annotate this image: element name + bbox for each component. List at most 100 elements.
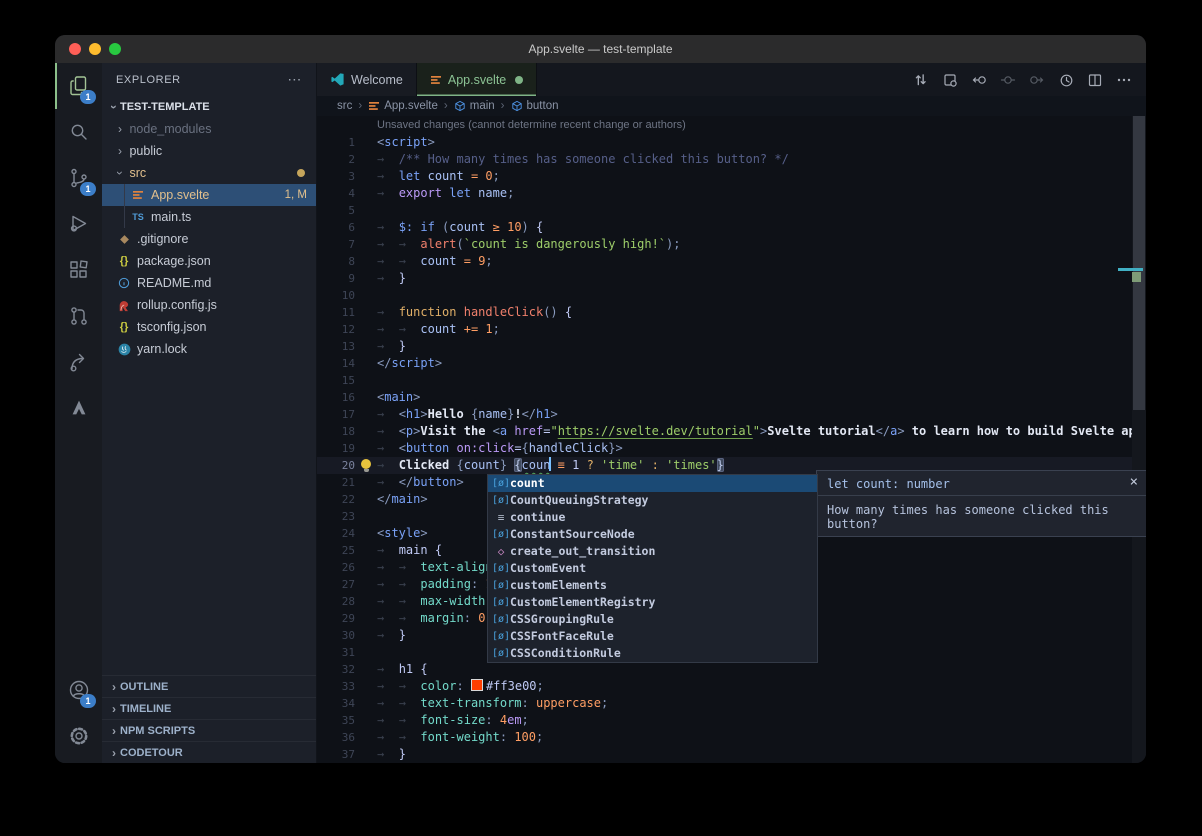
activity-item-extensions[interactable] — [55, 247, 102, 293]
file-tree-item-rollup-config-js[interactable]: rollup.config.js — [102, 294, 316, 316]
file-tree-item-src[interactable]: › src — [102, 162, 316, 184]
compare-changes-icon[interactable] — [911, 70, 931, 90]
activity-item-github-pr[interactable] — [55, 293, 102, 339]
code-editor[interactable]: Unsaved changes (cannot determine recent… — [317, 116, 1146, 763]
code-line-14[interactable]: 14</script> — [317, 355, 1146, 372]
tab-welcome[interactable]: Welcome — [317, 63, 417, 96]
code-line-9[interactable]: 9→ } — [317, 270, 1146, 287]
scrollbar-thumb[interactable] — [1133, 116, 1145, 410]
open-changes-icon[interactable] — [940, 70, 960, 90]
code-line-17[interactable]: 17→ <h1>Hello {name}!</h1> — [317, 406, 1146, 423]
code-line-11[interactable]: 11→ function handleClick() { — [317, 304, 1146, 321]
editor-scrollbar[interactable] — [1132, 116, 1146, 763]
code-line-32[interactable]: 32→ h1 { — [317, 661, 1146, 678]
code-line-19[interactable]: 19→ <button on:click={handleClick}> — [317, 440, 1146, 457]
activity-item-settings-gear[interactable] — [55, 713, 102, 759]
code-line-1[interactable]: 1<script> — [317, 134, 1146, 151]
file-label: main.ts — [151, 210, 191, 224]
suggest-item-ConstantSourceNode[interactable]: [ø]ConstantSourceNode — [488, 526, 817, 543]
file-tree-item-public[interactable]: › public — [102, 140, 316, 162]
suggest-item-customElements[interactable]: [ø]customElements — [488, 577, 817, 594]
sidebar-section-npm-scripts[interactable]: ›NPM SCRIPTS — [102, 719, 316, 741]
file-tree-item-node-modules[interactable]: › node_modules — [102, 118, 316, 140]
activity-item-search[interactable] — [55, 109, 102, 155]
workspace-root-folder[interactable]: › TEST-TEMPLATE — [102, 96, 316, 118]
suggest-label: ConstantSourceNode — [510, 526, 635, 543]
breadcrumb-item-main[interactable]: main — [454, 100, 495, 112]
file-tree-item--gitignore[interactable]: .gitignore — [102, 228, 316, 250]
code-line-8[interactable]: 8→ → count = 9; — [317, 253, 1146, 270]
search-icon — [67, 120, 91, 144]
code-line-13[interactable]: 13→ } — [317, 338, 1146, 355]
code-line-3[interactable]: 3→ let count = 0; — [317, 168, 1146, 185]
code-line-36[interactable]: 36→ → font-weight: 100; — [317, 729, 1146, 746]
tab-app-svelte[interactable]: App.svelte — [417, 63, 537, 96]
file-tree-item-yarn-lock[interactable]: yarn.lock — [102, 338, 316, 360]
code-line-16[interactable]: 16<main> — [317, 389, 1146, 406]
activity-item-live-share[interactable] — [55, 339, 102, 385]
color-swatch[interactable] — [471, 679, 483, 691]
sidebar-section-timeline[interactable]: ›TIMELINE — [102, 697, 316, 719]
suggest-item-CustomElementRegistry[interactable]: [ø]CustomElementRegistry — [488, 594, 817, 611]
activity-item-run-debug[interactable] — [55, 201, 102, 247]
suggest-item-CSSFontFaceRule[interactable]: [ø]CSSFontFaceRule — [488, 628, 817, 645]
more-actions-icon[interactable] — [1114, 70, 1134, 90]
more-actions-icon[interactable]: ⋯ — [287, 71, 302, 88]
file-tree: › node_modules› public› srcApp.svelte1, … — [102, 118, 316, 360]
line-number: 2 — [317, 151, 355, 168]
activity-item-azure[interactable] — [55, 385, 102, 431]
activity-item-explorer[interactable]: 1 — [55, 63, 102, 109]
file-tree-item-app-svelte[interactable]: App.svelte1, M — [102, 184, 316, 206]
code-line-33[interactable]: 33→ → color: #ff3e00; — [317, 678, 1146, 695]
code-line-6[interactable]: 6→ $: if (count ≥ 10) { — [317, 219, 1146, 236]
code-line-12[interactable]: 12→ → count += 1; — [317, 321, 1146, 338]
suggest-item-CustomEvent[interactable]: [ø]CustomEvent — [488, 560, 817, 577]
activity-item-source-control[interactable]: 1 — [55, 155, 102, 201]
code-line-34[interactable]: 34→ → text-transform: uppercase; — [317, 695, 1146, 712]
suggest-item-CSSGroupingRule[interactable]: [ø]CSSGroupingRule — [488, 611, 817, 628]
close-window-button[interactable] — [69, 43, 81, 55]
split-editor-icon[interactable] — [1085, 70, 1105, 90]
symbol-variable-icon: [ø] — [492, 475, 510, 492]
code-line-15[interactable]: 15 — [317, 372, 1146, 389]
run-debug-icon — [67, 212, 91, 236]
code-line-37[interactable]: 37→ } — [317, 746, 1146, 763]
lightbulb-icon[interactable] — [359, 457, 373, 474]
activity-item-account[interactable]: 1 — [55, 667, 102, 713]
code-line-10[interactable]: 10 — [317, 287, 1146, 304]
sidebar-section-codetour[interactable]: ›CODETOUR — [102, 741, 316, 763]
svelte-file-icon — [130, 189, 146, 201]
code-line-35[interactable]: 35→ → font-size: 4em; — [317, 712, 1146, 729]
suggest-item-continue[interactable]: ≡continue — [488, 509, 817, 526]
file-history-icon[interactable] — [1056, 70, 1076, 90]
next-change-icon[interactable] — [1027, 70, 1047, 90]
file-tree-item-tsconfig-json[interactable]: {}tsconfig.json — [102, 316, 316, 338]
suggest-item-count[interactable]: [ø]count — [488, 475, 817, 492]
code-line-18[interactable]: 18→ <p>Visit the <a href="https://svelte… — [317, 423, 1146, 440]
line-number: 13 — [317, 338, 355, 355]
suggest-label: customElements — [510, 577, 607, 594]
previous-change-icon[interactable] — [969, 70, 989, 90]
close-icon[interactable]: × — [1130, 474, 1138, 490]
breadcrumb-item-src[interactable]: src — [337, 100, 352, 112]
current-change-icon[interactable] — [998, 70, 1018, 90]
code-line-5[interactable]: 5 — [317, 202, 1146, 219]
breadcrumb-separator: › — [358, 100, 362, 112]
code-line-7[interactable]: 7→ → alert(`count is dangerously high!`)… — [317, 236, 1146, 253]
file-tree-item-package-json[interactable]: {}package.json — [102, 250, 316, 272]
file-tree-item-main-ts[interactable]: TSmain.ts — [102, 206, 316, 228]
zoom-window-button[interactable] — [109, 43, 121, 55]
chevron-right-icon: › — [108, 724, 120, 738]
minimize-window-button[interactable] — [89, 43, 101, 55]
code-line-2[interactable]: 2→ /** How many times has someone clicke… — [317, 151, 1146, 168]
breadcrumb-item-button[interactable]: button — [511, 100, 559, 112]
suggest-item-create_out_transition[interactable]: ◇create_out_transition — [488, 543, 817, 560]
code-line-4[interactable]: 4→ export let name; — [317, 185, 1146, 202]
file-tree-item-readme-md[interactable]: README.md — [102, 272, 316, 294]
suggest-item-CSSConditionRule[interactable]: [ø]CSSConditionRule — [488, 645, 817, 662]
sidebar-section-outline[interactable]: ›OUTLINE — [102, 675, 316, 697]
sidebar-title: EXPLORER — [116, 74, 181, 86]
breadcrumb-separator: › — [444, 100, 448, 112]
suggest-item-CountQueuingStrategy[interactable]: [ø]CountQueuingStrategy — [488, 492, 817, 509]
breadcrumb-item-app-svelte[interactable]: App.svelte — [368, 100, 438, 112]
